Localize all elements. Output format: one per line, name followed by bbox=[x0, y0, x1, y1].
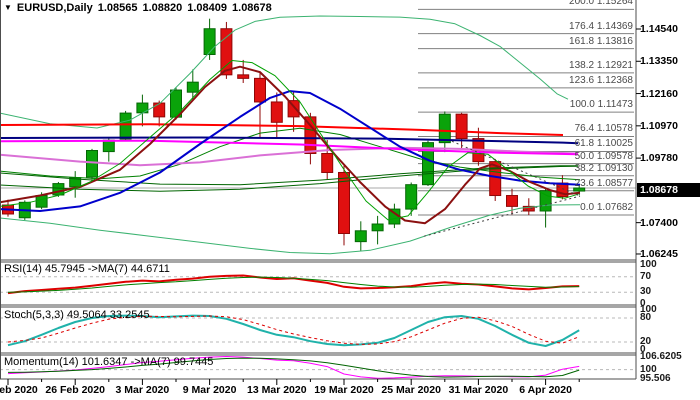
momentum-scale-106.6205: 106.6205 bbox=[640, 350, 682, 362]
fib-label-123.6: 123.6 1.12368 bbox=[569, 74, 633, 86]
candle-body bbox=[35, 195, 48, 208]
candle-body bbox=[203, 28, 216, 55]
price-axis-label: 1.09780 bbox=[640, 152, 678, 165]
candle-body bbox=[270, 101, 283, 123]
ohlc-open: 1.08565 bbox=[97, 2, 138, 14]
rsi-scale-70: 70 bbox=[640, 270, 652, 282]
fib-label-200.0: 200.0 1.15264 bbox=[569, 0, 633, 8]
fib-label-138.2: 138.2 1.12921 bbox=[569, 59, 633, 71]
candle-body bbox=[254, 77, 266, 103]
stoch-scale-80: 80 bbox=[640, 312, 652, 323]
candle-body bbox=[220, 28, 233, 76]
price-axis-label: 1.13350 bbox=[640, 55, 678, 68]
rsi-indicator-label: RSI(14) 45.7945 ->MA(7) 44.6711 bbox=[4, 263, 170, 275]
price-axis-label: 1.12160 bbox=[640, 87, 678, 100]
ohlc-high: 1.08820 bbox=[142, 2, 183, 14]
price-axis-label: 1.10970 bbox=[640, 119, 678, 132]
fib-label-100.0: 100.0 1.11473 bbox=[569, 99, 633, 111]
fib-label-176.4: 176.4 1.14369 bbox=[569, 20, 633, 32]
candle-body bbox=[455, 113, 468, 140]
candle-body bbox=[539, 190, 552, 212]
momentum-scale-95.506: 95.506 bbox=[640, 372, 671, 384]
candle-body bbox=[186, 81, 199, 93]
trendline-lower bbox=[423, 195, 581, 237]
chart-window: ▼ EURUSD,Daily 1.08565 1.08820 1.08409 1… bbox=[0, 0, 700, 400]
candle-body bbox=[371, 223, 384, 232]
candle-body bbox=[321, 152, 334, 173]
price-axis-label: 1.06245 bbox=[640, 247, 678, 260]
price-axis-label: 1.14540 bbox=[640, 23, 678, 35]
fib-label-23.6: 23.6 1.08577 bbox=[574, 177, 633, 189]
bollinger-lower bbox=[0, 204, 581, 255]
current-price-badge: 1.08678 bbox=[637, 183, 700, 197]
ohlc-low: 1.08409 bbox=[187, 2, 228, 14]
chart-header: ▼ EURUSD,Daily 1.08565 1.08820 1.08409 1… bbox=[4, 2, 272, 14]
fib-label-38.2: 38.2 1.09130 bbox=[574, 162, 633, 174]
candle-body bbox=[354, 230, 367, 243]
candle-body bbox=[102, 139, 115, 153]
rsi-scale-30: 30 bbox=[640, 286, 652, 298]
fib-label-161.8: 161.8 1.13816 bbox=[569, 35, 633, 47]
date-label: 6 Apr 2020 bbox=[519, 384, 572, 396]
fib-label-0.0: 0.0 1.07682 bbox=[580, 202, 633, 213]
ohlc-close: 1.08678 bbox=[232, 2, 272, 14]
candle-body bbox=[438, 113, 451, 144]
rsi-scale-100: 100 bbox=[640, 259, 657, 270]
fib-label-76.4: 76.4 1.10578 bbox=[574, 123, 633, 135]
bollinger-upper bbox=[0, 15, 569, 129]
candle-body bbox=[86, 150, 98, 178]
stoch-indicator-label: Stoch(5,3,3) 49.5064 33.2545 bbox=[4, 309, 150, 321]
candle-body bbox=[153, 102, 166, 118]
fib-label-61.8: 61.8 1.10025 bbox=[574, 138, 633, 150]
symbol-dropdown-icon[interactable]: ▼ bbox=[4, 3, 12, 13]
candle-body bbox=[405, 184, 418, 210]
candle-body bbox=[237, 74, 250, 79]
candle-body bbox=[119, 112, 132, 140]
fib-label-50.0: 50.0 1.09578 bbox=[574, 150, 633, 162]
symbol-period-label: EURUSD,Daily bbox=[16, 2, 93, 14]
price-axis-label: 1.07400 bbox=[640, 216, 678, 229]
candle-body bbox=[506, 195, 518, 207]
momentum-indicator-label: Momentum(14) 101.6347 ->MA(7) 99.7445 bbox=[4, 356, 214, 368]
